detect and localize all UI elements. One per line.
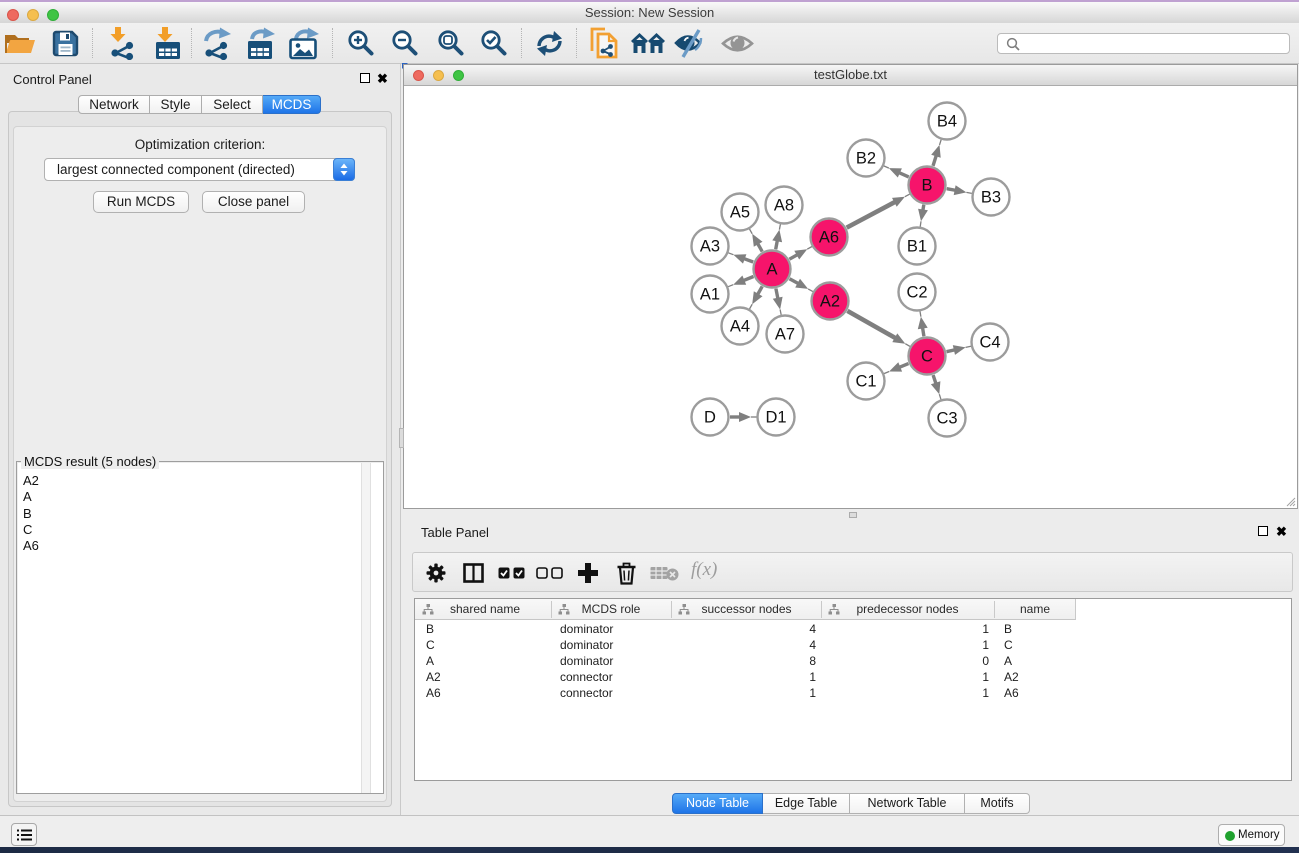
svg-text:C: C (921, 348, 933, 366)
svg-text:C3: C3 (936, 410, 957, 428)
svg-text:D: D (704, 409, 716, 427)
svg-text:C4: C4 (979, 334, 1000, 352)
svg-text:B2: B2 (856, 150, 876, 168)
svg-text:B4: B4 (937, 113, 957, 131)
svg-text:C2: C2 (906, 284, 927, 302)
svg-text:B: B (921, 177, 932, 195)
svg-text:A5: A5 (730, 204, 750, 222)
svg-text:B3: B3 (981, 189, 1001, 207)
svg-text:A7: A7 (775, 326, 795, 344)
svg-text:A4: A4 (730, 318, 750, 336)
svg-text:A6: A6 (819, 229, 839, 247)
svg-text:A1: A1 (700, 286, 720, 304)
svg-text:D1: D1 (765, 409, 786, 427)
svg-text:C1: C1 (855, 373, 876, 391)
svg-text:B1: B1 (907, 238, 927, 256)
svg-text:A3: A3 (700, 238, 720, 256)
svg-text:A2: A2 (820, 293, 840, 311)
svg-text:A: A (766, 261, 777, 279)
svg-text:A8: A8 (774, 197, 794, 215)
